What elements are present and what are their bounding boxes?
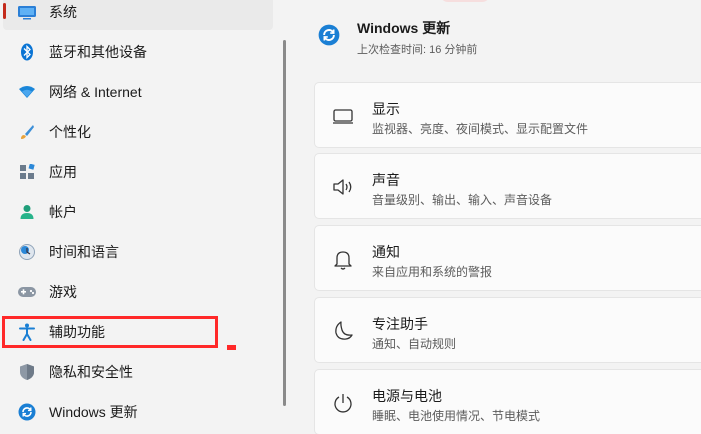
card-title: 电源与电池 — [372, 388, 442, 404]
bluetooth-icon — [17, 42, 37, 62]
sidebar-item-label: 网络 & Internet — [49, 84, 142, 100]
card-title: 声音 — [372, 172, 400, 188]
sidebar-item-label: 系统 — [49, 4, 77, 20]
sidebar-item-windows-update[interactable]: Windows 更新 — [3, 394, 273, 430]
card-title: 显示 — [372, 101, 400, 117]
brush-icon — [17, 122, 37, 142]
highlight-marker — [227, 345, 236, 350]
system-icon — [17, 2, 37, 22]
windows-update-icon — [318, 24, 340, 46]
sidebar-item-gaming[interactable]: 游戏 — [3, 274, 273, 310]
sidebar-item-privacy[interactable]: 隐私和安全性 — [3, 354, 273, 390]
card-title: 专注助手 — [372, 316, 428, 332]
card-display[interactable]: 显示 监视器、亮度、夜间模式、显示配置文件 — [314, 82, 701, 148]
gamepad-icon — [17, 282, 37, 302]
card-focus-assist[interactable]: 专注助手 通知、自动规则 — [314, 297, 701, 363]
sidebar-item-personalization[interactable]: 个性化 — [3, 114, 273, 150]
card-description: 来自应用和系统的警报 — [372, 265, 493, 279]
sidebar-item-apps[interactable]: 应用 — [3, 154, 273, 190]
update-last-checked: 上次检查时间: 16 分钟前 — [357, 44, 478, 56]
power-icon — [331, 391, 355, 415]
sidebar-item-label: 蓝牙和其他设备 — [49, 44, 147, 60]
bell-icon — [331, 247, 355, 271]
sidebar-nav: 系统 蓝牙和其他设备 网络 & Internet 个性化 应用 帐户 时间和语言… — [0, 0, 285, 434]
account-icon — [17, 202, 37, 222]
card-notifications[interactable]: 通知 来自应用和系统的警报 — [314, 225, 701, 291]
card-description: 监视器、亮度、夜间模式、显示配置文件 — [372, 122, 589, 136]
speaker-icon — [331, 175, 355, 199]
top-tab-edge — [440, 0, 490, 2]
sidebar-item-label: 隐私和安全性 — [49, 364, 133, 380]
highlight-box-accessibility — [2, 316, 218, 348]
wifi-icon — [17, 82, 37, 102]
scrollbar[interactable] — [283, 40, 286, 406]
sidebar-item-label: 游戏 — [49, 284, 77, 300]
display-icon — [331, 104, 355, 128]
sidebar-item-time-language[interactable]: 时间和语言 — [3, 234, 273, 270]
sidebar-item-accounts[interactable]: 帐户 — [3, 194, 273, 230]
apps-icon — [17, 162, 37, 182]
windows-update-icon — [17, 402, 37, 422]
card-title: 通知 — [372, 244, 400, 260]
card-description: 睡眠、电池使用情况、节电模式 — [372, 409, 541, 423]
moon-icon — [331, 319, 355, 343]
sidebar-item-label: 帐户 — [49, 204, 77, 220]
selection-indicator — [3, 3, 6, 19]
card-power-battery[interactable]: 电源与电池 睡眠、电池使用情况、节电模式 — [314, 369, 701, 434]
sidebar-item-label: Windows 更新 — [49, 404, 138, 420]
card-description: 通知、自动规则 — [372, 337, 457, 351]
sidebar-item-label: 个性化 — [49, 124, 91, 140]
card-description: 音量级别、输出、输入、声音设备 — [372, 193, 553, 207]
update-title: Windows 更新 — [357, 20, 451, 36]
sidebar-item-system[interactable]: 系统 — [3, 0, 273, 30]
card-sound[interactable]: 声音 音量级别、输出、输入、声音设备 — [314, 153, 701, 219]
time-language-icon — [17, 242, 37, 262]
shield-icon — [17, 362, 37, 382]
sidebar-item-bluetooth[interactable]: 蓝牙和其他设备 — [3, 34, 273, 70]
sidebar-item-network[interactable]: 网络 & Internet — [3, 74, 273, 110]
sidebar-item-label: 应用 — [49, 164, 77, 180]
sidebar-item-label: 时间和语言 — [49, 244, 119, 260]
